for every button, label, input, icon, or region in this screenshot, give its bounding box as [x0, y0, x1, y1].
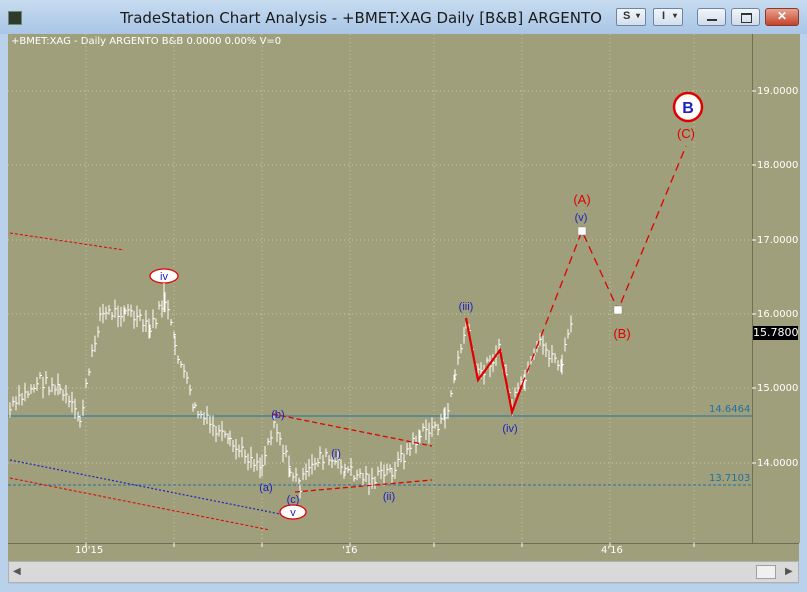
wave-path-solid [464, 317, 524, 417]
wave-label-i: (i) [331, 448, 341, 460]
wave-label-c: (c) [287, 494, 300, 506]
wave-label-iv-top: iv [160, 271, 168, 283]
scroll-left-icon[interactable]: ◀ [13, 566, 21, 577]
wave-label-iii: (iii) [459, 301, 474, 313]
scrollbar-thumb[interactable] [756, 565, 776, 579]
wave-label-v-bottom: v [290, 507, 296, 519]
wave-label-big-a: (A) [573, 192, 590, 207]
axis-ticks [85, 90, 756, 547]
wave-label-big-c: (C) [677, 126, 695, 141]
price-bars [9, 292, 573, 499]
projection-path [521, 145, 687, 386]
horizontal-scrollbar[interactable]: ◀ ▶ [8, 561, 799, 583]
chart-overlay: iv v (a) (b) (c) (i) (ii) (iii) (iv) (v)… [8, 34, 756, 547]
projection-point [577, 226, 587, 236]
wave-label-circle-b: B [682, 100, 694, 117]
wave-label-ii: (ii) [383, 491, 395, 503]
wave-label-v: (v) [575, 212, 588, 224]
wave-label-big-b: (B) [613, 326, 630, 341]
scroll-right-icon[interactable]: ▶ [785, 566, 793, 577]
trendline [9, 232, 125, 251]
triangle-upper-line [272, 413, 433, 447]
wave-label-b: (b) [271, 409, 284, 421]
wave-label-a: (a) [259, 482, 272, 494]
projection-point [613, 305, 623, 315]
gridlines [8, 34, 752, 543]
trendline [9, 459, 286, 516]
wave-label-iv: (iv) [502, 423, 517, 435]
